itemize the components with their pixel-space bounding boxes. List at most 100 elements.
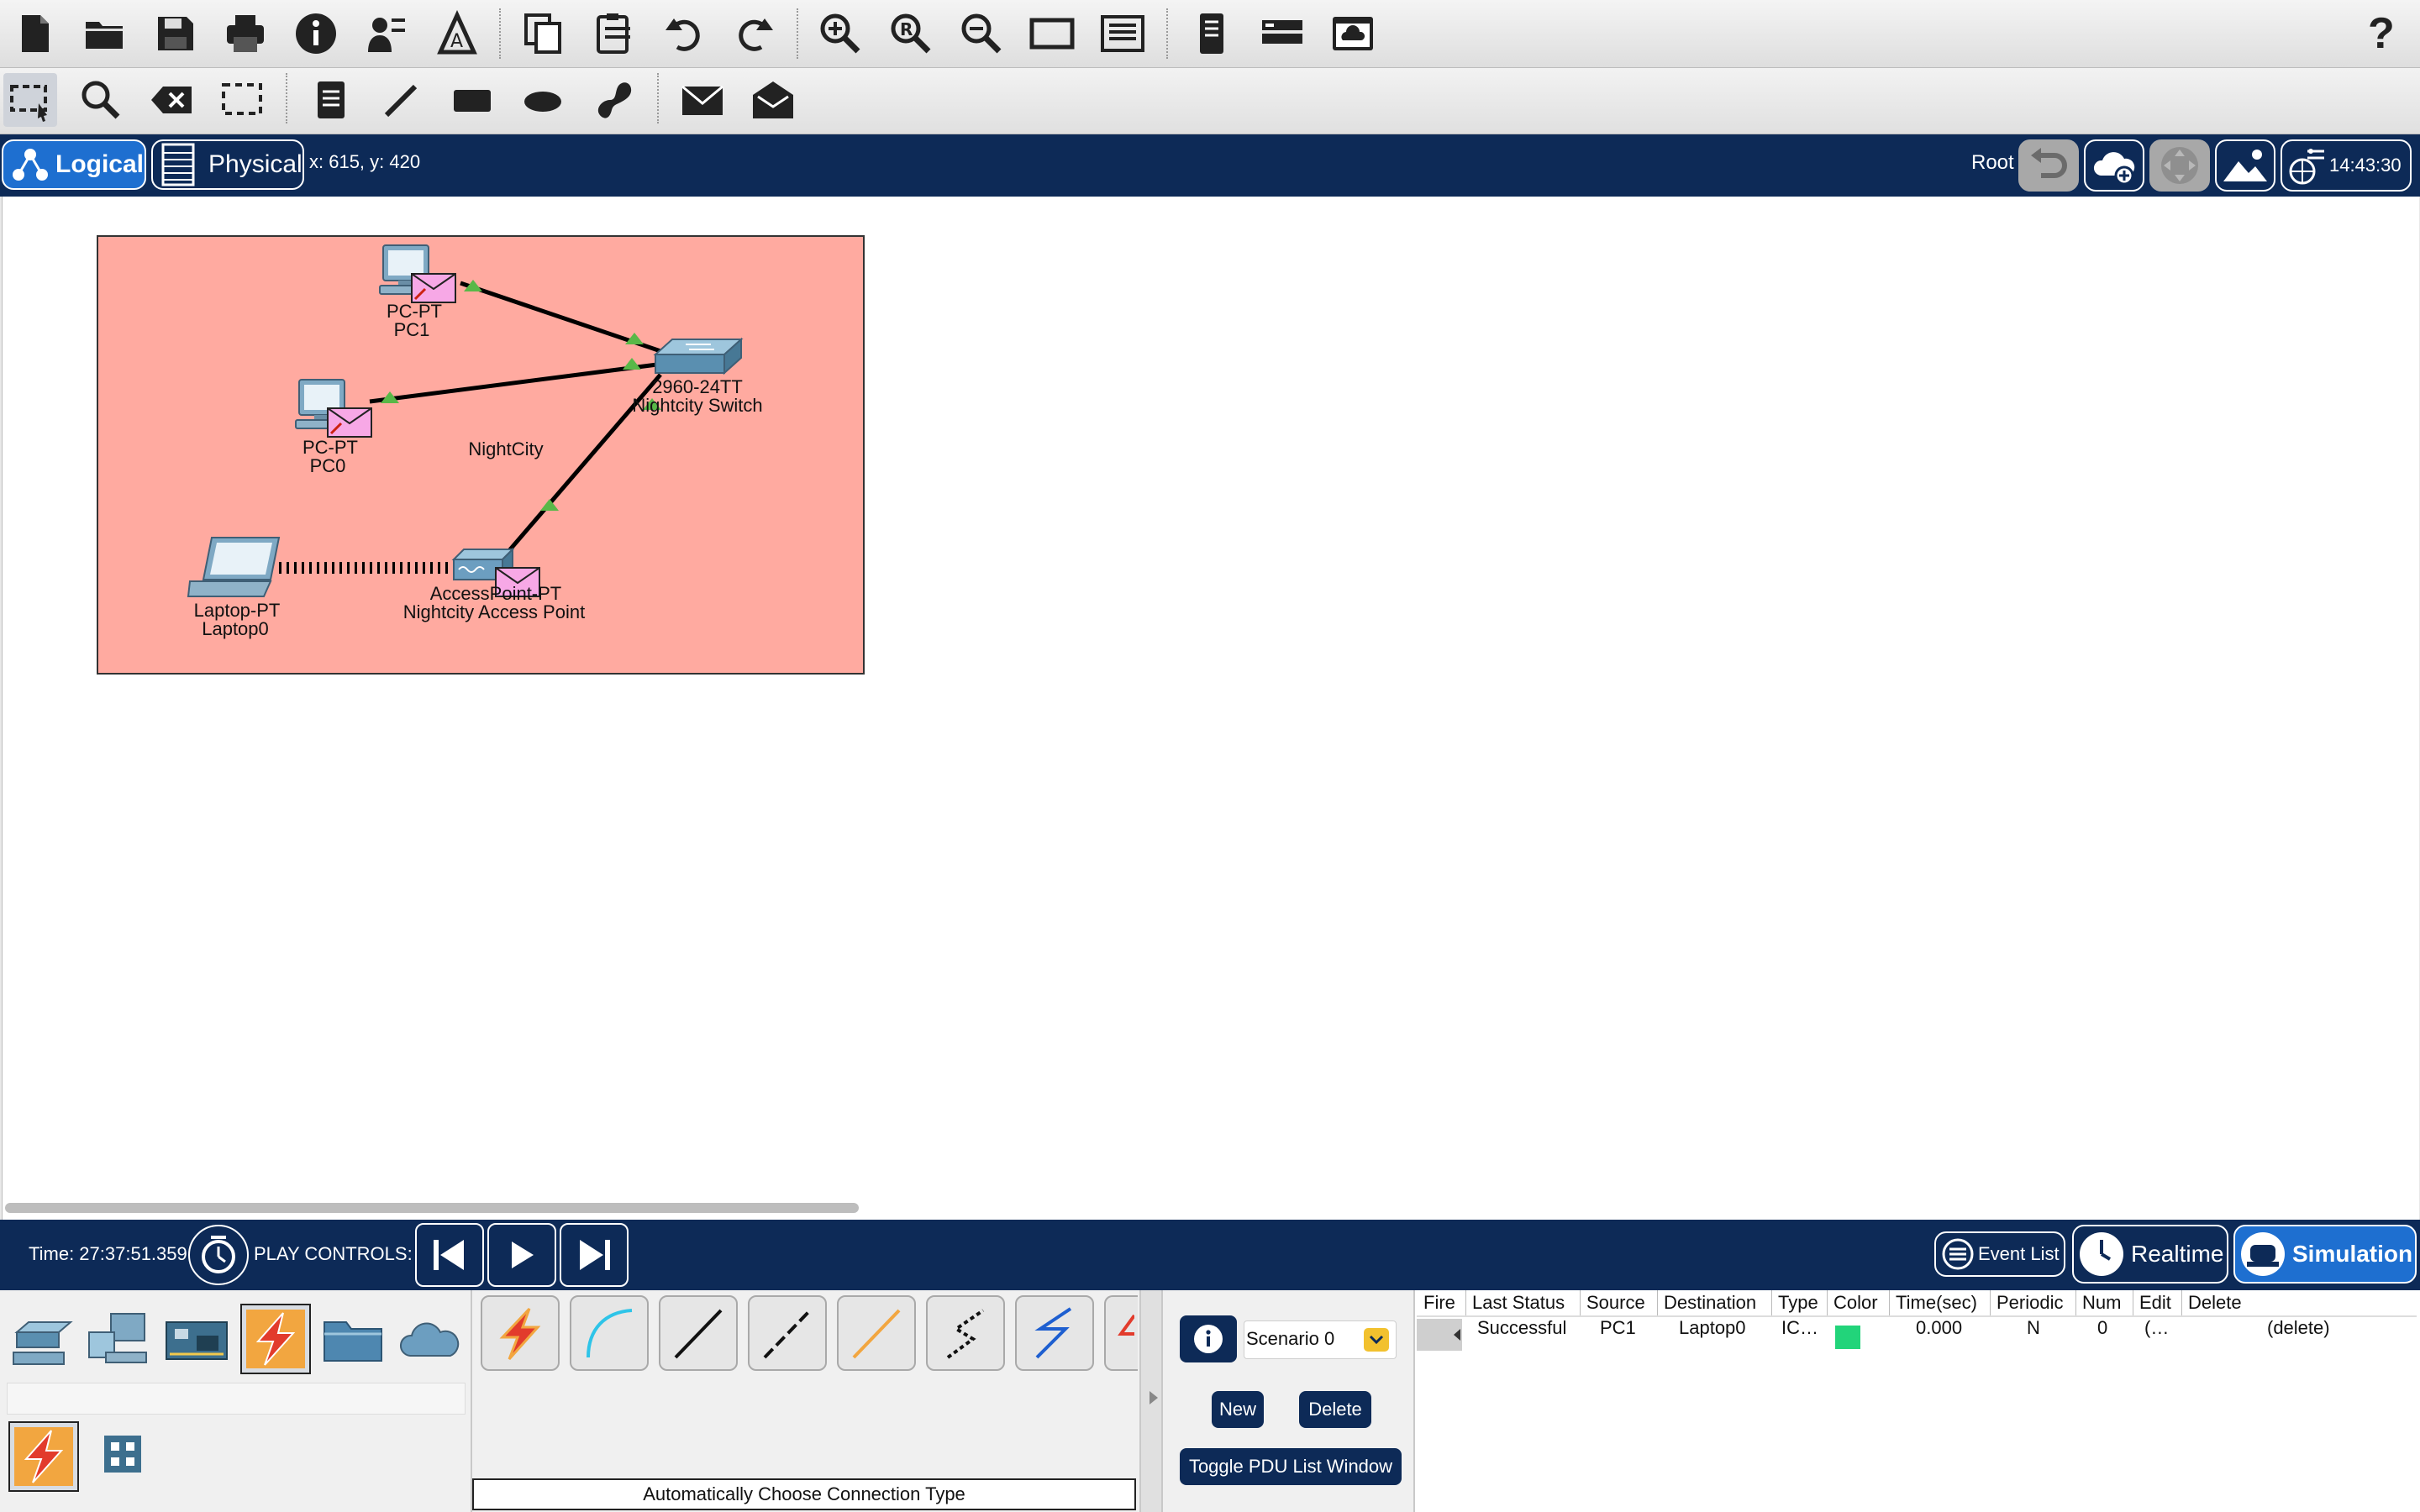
pdu-header-fire: Fire xyxy=(1423,1292,1455,1313)
serial-connection-type[interactable] xyxy=(1104,1295,1138,1371)
copy-icon[interactable] xyxy=(516,7,570,60)
draw-line-icon[interactable] xyxy=(375,73,429,127)
freeform-icon[interactable] xyxy=(587,73,640,127)
scenario-select[interactable]: Scenario 0 xyxy=(1244,1320,1397,1359)
pdu-row-edit[interactable]: (… xyxy=(2144,1317,2169,1339)
palette-icon[interactable] xyxy=(1025,7,1079,60)
cloud-icon xyxy=(400,1322,460,1357)
delete-scenario-button[interactable]: Delete xyxy=(1299,1391,1371,1428)
help-icon[interactable]: ? xyxy=(2368,8,2395,59)
resize-shape-icon[interactable] xyxy=(215,73,269,127)
paste-icon[interactable] xyxy=(587,7,640,60)
miscellaneous-category[interactable] xyxy=(318,1307,388,1373)
cloud-view-icon[interactable] xyxy=(1326,7,1380,60)
logical-tab-label: Logical xyxy=(55,150,145,178)
network-devices-icon xyxy=(13,1321,73,1365)
pdu-header-destination: Destination xyxy=(1664,1292,1757,1313)
connection-type-label: Automatically Choose Connection Type xyxy=(472,1478,1136,1510)
zoom-reset-icon[interactable]: R xyxy=(884,7,938,60)
phone-connection-type[interactable] xyxy=(926,1295,1005,1371)
realtime-mode-button[interactable]: Realtime xyxy=(2072,1225,2228,1284)
console-cable-icon xyxy=(587,1309,633,1358)
place-note-icon[interactable] xyxy=(304,73,358,127)
step-back-button[interactable] xyxy=(415,1223,484,1287)
multiuser-category[interactable] xyxy=(395,1307,466,1373)
new-cluster-button[interactable] xyxy=(2084,139,2144,192)
select-icon[interactable] xyxy=(3,73,57,127)
workspace-horizontal-scrollbar[interactable] xyxy=(5,1203,859,1213)
add-simple-pdu-icon[interactable] xyxy=(676,73,729,127)
set-background-button[interactable] xyxy=(2215,139,2275,192)
tablet-icon[interactable] xyxy=(1185,7,1239,60)
pdu-header-source: Source xyxy=(1586,1292,1645,1313)
pdu-row-status: Successful xyxy=(1477,1317,1567,1338)
pdu-row-delete[interactable]: (delete) xyxy=(2267,1317,2330,1339)
laptop-name-label: Laptop0 xyxy=(202,618,269,639)
new-scenario-button[interactable]: New xyxy=(1212,1391,1264,1428)
coaxial-connection-type[interactable] xyxy=(1015,1295,1094,1371)
inspect-icon[interactable] xyxy=(74,73,128,127)
activity-wizard-icon[interactable] xyxy=(360,7,413,60)
pdu-header-delete: Delete xyxy=(2188,1292,2242,1313)
move-object-button[interactable] xyxy=(2149,139,2210,192)
connections-category[interactable] xyxy=(240,1304,311,1374)
device-search-bar[interactable] xyxy=(7,1383,466,1415)
viewport-clock-button[interactable]: 14:43:30 xyxy=(2281,139,2412,192)
fiber-connection-type[interactable] xyxy=(837,1295,916,1371)
delete-icon[interactable] xyxy=(145,73,198,127)
logical-tab[interactable]: Logical xyxy=(2,139,146,190)
redo-icon[interactable] xyxy=(728,7,781,60)
back-button[interactable] xyxy=(2018,139,2079,192)
straight-through-cable-icon xyxy=(674,1309,723,1359)
pc1-device-icon[interactable] xyxy=(376,244,460,304)
toggle-pdu-list-button[interactable]: Toggle PDU List Window xyxy=(1180,1448,1402,1485)
simulation-mode-button[interactable]: Simulation xyxy=(2233,1225,2417,1284)
toolbar-separator xyxy=(797,8,800,59)
console-connection-type[interactable] xyxy=(570,1295,649,1371)
print-icon[interactable] xyxy=(218,7,272,60)
toolbar-separator xyxy=(499,8,502,59)
auto-connection-type[interactable] xyxy=(481,1295,560,1371)
pdu-row-source: PC1 xyxy=(1600,1317,1636,1338)
scenario-info-button[interactable] xyxy=(1180,1315,1237,1362)
open-folder-icon[interactable] xyxy=(77,7,131,60)
components-category[interactable] xyxy=(161,1307,232,1373)
zoom-out-icon[interactable] xyxy=(955,7,1008,60)
laptop-type-label: Laptop-PT xyxy=(193,600,281,621)
physical-rack-icon xyxy=(161,143,195,186)
pdu-fire-cell[interactable] xyxy=(1417,1319,1462,1351)
save-icon[interactable] xyxy=(148,7,202,60)
step-forward-icon xyxy=(580,1240,610,1270)
root-breadcrumb: Root xyxy=(1971,151,2014,174)
pdu-row-destination: Laptop0 xyxy=(1679,1317,1746,1338)
draw-ellipse-icon[interactable] xyxy=(516,73,570,127)
straight-through-connection-type[interactable] xyxy=(659,1295,738,1371)
grid-view-button[interactable] xyxy=(87,1421,158,1487)
physical-tab[interactable]: Physical xyxy=(151,139,304,190)
pc0-type-label: PC-PT xyxy=(302,437,358,458)
laptop-device-icon[interactable] xyxy=(187,534,284,601)
new-file-icon[interactable] xyxy=(8,7,62,60)
end-devices-category[interactable] xyxy=(84,1307,155,1373)
server-icon[interactable] xyxy=(1255,7,1309,60)
step-forward-button[interactable] xyxy=(560,1223,629,1287)
network-info-icon[interactable]: A xyxy=(430,7,484,60)
main-toolbar: A R ? xyxy=(0,0,2420,68)
reset-time-button[interactable] xyxy=(188,1225,249,1285)
info-icon[interactable] xyxy=(289,7,343,60)
event-list-button[interactable]: Event List xyxy=(1934,1231,2065,1277)
pc0-device-icon[interactable] xyxy=(292,378,376,438)
undo-icon[interactable] xyxy=(657,7,711,60)
switch-device-icon[interactable] xyxy=(652,336,744,378)
add-complex-pdu-icon[interactable] xyxy=(746,73,800,127)
clock-display: 14:43:30 xyxy=(2329,155,2402,176)
step-back-icon xyxy=(434,1240,464,1270)
network-devices-category[interactable] xyxy=(8,1307,79,1373)
crossover-connection-type[interactable] xyxy=(748,1295,827,1371)
draw-rectangle-icon[interactable] xyxy=(445,73,499,127)
custom-device-icon[interactable] xyxy=(1096,7,1150,60)
zoom-in-icon[interactable] xyxy=(813,7,867,60)
connections-subcategory[interactable] xyxy=(8,1421,79,1492)
workspace-nav-bar: Logical Physical x: 615, y: 420 Root 14:… xyxy=(0,134,2420,197)
play-button[interactable] xyxy=(487,1223,556,1287)
